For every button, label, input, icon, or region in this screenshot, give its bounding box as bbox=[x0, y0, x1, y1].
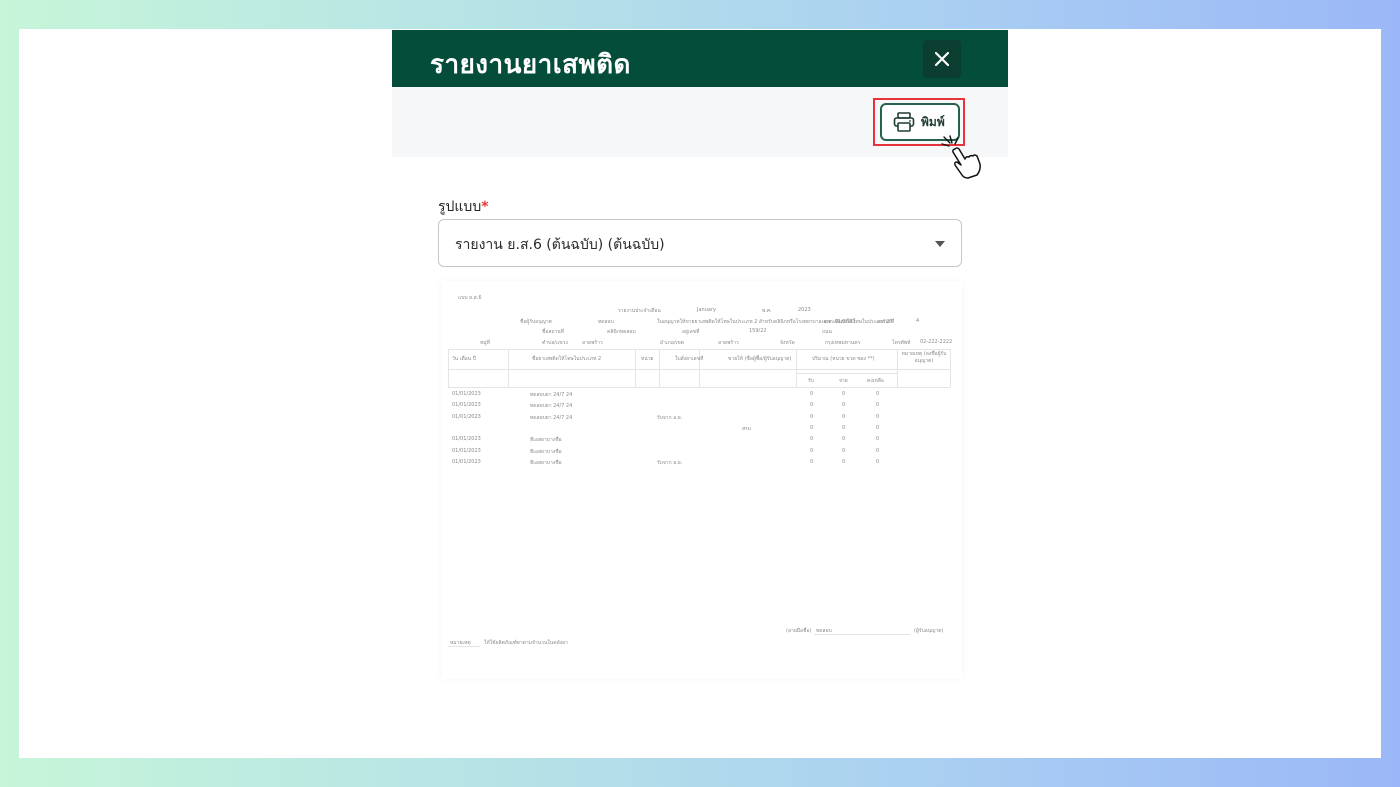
modal-header: รายงานยาเสพติด bbox=[392, 30, 1008, 87]
form-code: แบบ ย.ส.6 bbox=[458, 295, 482, 301]
license-date-value: 4 bbox=[916, 318, 920, 324]
table-cell-in: 0 bbox=[810, 391, 814, 397]
printer-icon bbox=[893, 112, 915, 132]
table-cell-bal: 0 bbox=[876, 391, 880, 397]
table-cell-drug: ทีเอสยาบางชื่อ bbox=[530, 448, 562, 455]
signature-label: (ลายมือชื่อ) bbox=[786, 628, 812, 634]
table-cell-bal: 0 bbox=[876, 424, 880, 431]
subheader-balance: คงเหลือ bbox=[867, 378, 884, 384]
header-rx: ใบสั่งยาเลขที่ bbox=[675, 356, 704, 362]
subdistrict-value: ลาดพร้าว bbox=[582, 340, 603, 346]
table-cell-out: 0 bbox=[842, 413, 846, 420]
header-buyer: ขายให้ (ชื่อผู้ซื้อ/ผู้รับอนุญาต) bbox=[728, 356, 792, 362]
modal-toolbar: พิมพ์ bbox=[392, 87, 1008, 179]
table-cell-out: 0 bbox=[842, 424, 846, 431]
licensee-label: ชื่อผู้รับอนุญาต bbox=[520, 319, 552, 325]
table-cell-in: 0 bbox=[810, 424, 814, 431]
table-cell-date: 01/01/2023 bbox=[452, 413, 481, 420]
required-mark: * bbox=[481, 199, 489, 215]
year-label: พ.ศ. bbox=[762, 308, 772, 314]
table-cell-date: 01/01/2023 bbox=[452, 436, 481, 443]
address-label: อยู่เลขที่ bbox=[682, 329, 700, 335]
table-cell-date: 01/01/2023 bbox=[452, 447, 481, 454]
address-value: 159/22 bbox=[749, 328, 767, 334]
year-value: 2023 bbox=[798, 307, 811, 313]
close-icon bbox=[934, 51, 950, 67]
modal-title: รายงานยาเสพติด bbox=[430, 50, 631, 80]
table-cell-out: 0 bbox=[842, 391, 846, 397]
close-button[interactable] bbox=[923, 40, 961, 78]
format-select[interactable]: รายงาน ย.ส.6 (ต้นฉบับ) (ต้นฉบับ) bbox=[438, 219, 962, 267]
signature-role: (ผู้รับอนุญาต) bbox=[914, 628, 944, 634]
moo-label: หมู่ที่ bbox=[480, 340, 490, 346]
table-cell-bal: 0 bbox=[876, 413, 880, 420]
table-cell-bal: 0 bbox=[876, 447, 880, 454]
table-cell-rx: รับจาก อ.ย. bbox=[657, 459, 683, 466]
format-select-value: รายงาน ย.ส.6 (ต้นฉบับ) (ต้นฉบับ) bbox=[455, 237, 665, 253]
table-cell-bal: 0 bbox=[876, 436, 880, 443]
table-cell-date: 01/01/2023 bbox=[452, 402, 481, 409]
license-text: ในอนุญาตให้ขายยาเสพติดให้โทษในประเภท 2 ส… bbox=[657, 319, 895, 325]
district-value: ลาดพร้าว bbox=[718, 340, 739, 346]
table-cell-drug: ทีเอสยาบางชื่อ bbox=[530, 437, 562, 444]
header-drug: ชื่อยาเสพติดให้โทษในประเภท 2 bbox=[532, 356, 602, 362]
table-cell-date: 01/01/2023 bbox=[452, 458, 481, 465]
header-date: วัน เดือน ปี bbox=[452, 356, 476, 362]
place-value: คลินิกทดสอบ bbox=[607, 329, 636, 335]
table-cell-bal: 0 bbox=[876, 402, 880, 409]
table-cell-out: 0 bbox=[842, 402, 846, 409]
footer-text: ให้ใช้ผลิตภัณฑ์ยาตามจำนวนในคลังยา bbox=[484, 640, 568, 646]
month-value: January bbox=[697, 307, 716, 313]
table-cell-in: 0 bbox=[810, 447, 814, 454]
chevron-down-icon bbox=[935, 241, 945, 247]
road-label: ถนน bbox=[822, 329, 832, 335]
table-cell-drug: ทีเอสยาบางชื่อ bbox=[530, 459, 562, 466]
table-cell-date: 01/01/2023 bbox=[452, 391, 481, 397]
license-number: ย.ส. 01/2563 bbox=[824, 319, 856, 325]
subheader-out: จ่าย bbox=[839, 378, 848, 384]
header-note: หมายเหตุ (ลงชื่อผู้รับอนุญาต) bbox=[901, 351, 947, 364]
print-label: พิมพ์ bbox=[921, 114, 945, 129]
table-cell-in: 0 bbox=[810, 402, 814, 409]
month-label: รายงานประจำเดือน bbox=[618, 308, 661, 314]
table-cell-drug: ทดสอบยา 24/7 24 bbox=[530, 403, 573, 410]
table-cell-in: 0 bbox=[810, 458, 814, 465]
table-cell-buyer: สรบ bbox=[742, 425, 751, 432]
table-cell-rx: รับจาก อ.ย. bbox=[657, 414, 683, 421]
table-cell-in: 0 bbox=[810, 436, 814, 443]
phone-label: โทรศัพท์ bbox=[892, 340, 911, 346]
licensee-value: ทดสอบ bbox=[598, 319, 614, 325]
table-cell-drug: ทดสอบยา 24/7 24 bbox=[530, 414, 573, 421]
province-value: กรุงเทพมหานคร bbox=[825, 340, 861, 346]
page-frame: รายงานยาเสพติด พิมพ์ รูปแบบ* รายงาน ย.ส.… bbox=[19, 29, 1381, 758]
subheader-in: รับ bbox=[808, 378, 814, 384]
header-qty: ปริมาณ (หน่วย ขวด ซอง **) bbox=[812, 356, 875, 362]
table-cell-in: 0 bbox=[810, 413, 814, 420]
table-cell-bal: 0 bbox=[876, 458, 880, 465]
phone-value: 02-222-2222 bbox=[920, 339, 953, 345]
header-unit: หน่วย bbox=[641, 356, 654, 362]
table-cell-drug: ทดสอบยา 24/7 24 bbox=[530, 392, 573, 398]
report-preview: แบบ ย.ส.6 รายงานประจำเดือน January พ.ศ. … bbox=[442, 281, 962, 679]
table-cell-out: 0 bbox=[842, 447, 846, 454]
table-cell-out: 0 bbox=[842, 436, 846, 443]
license-date-label: ลงวันที่ bbox=[877, 319, 893, 325]
place-label: ชื่อสถานที่ bbox=[542, 329, 564, 335]
format-label: รูปแบบ* bbox=[438, 199, 489, 215]
district-label: อำเภอ/เขต bbox=[660, 340, 684, 346]
subdistrict-label: ตำบล/แขวง bbox=[542, 340, 568, 346]
table-cell-out: 0 bbox=[842, 458, 846, 465]
province-label: จังหวัด bbox=[780, 340, 795, 346]
hand-pointer-icon bbox=[941, 135, 981, 179]
